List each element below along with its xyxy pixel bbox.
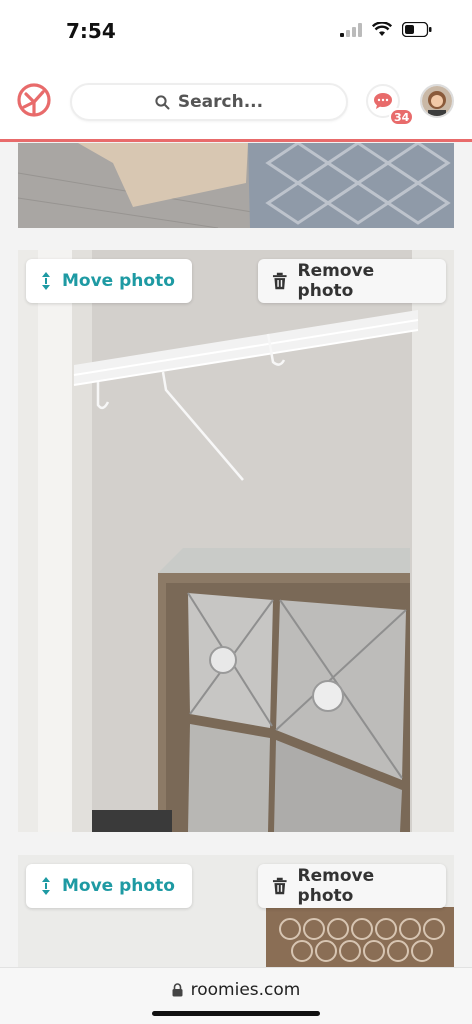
home-indicator[interactable] (152, 1011, 320, 1016)
battery-icon (402, 22, 432, 37)
search-placeholder: Search... (177, 92, 264, 112)
status-icons (340, 22, 432, 37)
status-time: 7:54 (66, 19, 116, 43)
remove-photo-button[interactable]: Remove photo (258, 259, 446, 303)
url-row[interactable]: roomies.com (0, 980, 472, 1000)
status-bar: 7:54 (0, 0, 472, 70)
trash-icon (272, 272, 287, 290)
browser-address-bar[interactable]: roomies.com (0, 967, 472, 1024)
chat-bubble-icon (374, 93, 392, 109)
move-photo-label: Move photo (62, 271, 175, 291)
unread-badge: 34 (389, 108, 415, 126)
search-icon (155, 94, 170, 109)
move-photo-button[interactable]: Move photo (26, 864, 192, 908)
drag-arrows-icon (42, 272, 50, 290)
roomies-logo-icon[interactable] (16, 82, 52, 118)
listing-photo: Move photo Remove photo (18, 855, 454, 967)
app-header: Search... 34 (0, 70, 472, 142)
url-text: roomies.com (190, 980, 301, 1000)
remove-photo-button[interactable]: Remove photo (258, 864, 446, 908)
move-photo-label: Move photo (62, 876, 175, 896)
wifi-icon (372, 22, 392, 36)
listing-photo: Move photo Remove photo (18, 250, 454, 832)
listing-photo (18, 143, 454, 228)
drag-arrows-icon (42, 877, 50, 895)
search-input[interactable]: Search... (70, 83, 348, 121)
remove-photo-label: Remove photo (297, 866, 375, 906)
lock-icon (172, 983, 183, 997)
signal-icon (340, 22, 362, 37)
trash-icon (272, 877, 287, 895)
move-photo-button[interactable]: Move photo (26, 259, 192, 303)
avatar[interactable] (420, 84, 454, 118)
remove-photo-label: Remove photo (297, 261, 375, 301)
